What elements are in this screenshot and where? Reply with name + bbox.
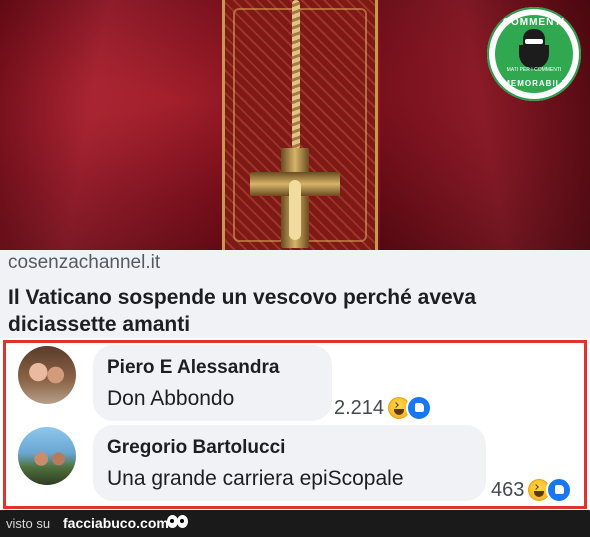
footer-visto-su: visto su [6, 516, 51, 531]
avatar[interactable] [18, 346, 76, 404]
reaction-summary[interactable]: 463 [491, 477, 573, 503]
reaction-count: 2.214 [334, 396, 385, 419]
reaction-count: 463 [491, 478, 525, 501]
comment-bubble[interactable]: Gregorio Bartolucci Una grande carriera … [93, 425, 486, 501]
like-reaction-icon [406, 395, 433, 421]
link-domain: cosenzachannel.it [8, 252, 161, 273]
avatar[interactable] [18, 427, 76, 485]
post-photo[interactable]: COMMENTI MATI PER I COMMENTI MEMORABILI [0, 0, 590, 250]
link-preview[interactable]: cosenzachannel.it Il Vaticano sospende u… [0, 250, 590, 338]
watermark-footer: visto su facciabuco.com [0, 510, 590, 537]
comment-author[interactable]: Gregorio Bartolucci [107, 437, 285, 459]
comment-bubble[interactable]: Piero E Alessandra Don Abbondo [93, 345, 332, 421]
link-headline: Il Vaticano sospende un vescovo perché a… [8, 286, 477, 336]
eyes-icon [166, 514, 188, 530]
reaction-summary[interactable]: 2.214 [334, 395, 433, 421]
comment-author[interactable]: Piero E Alessandra [107, 357, 279, 379]
commenti-memorabili-logo: COMMENTI MATI PER I COMMENTI MEMORABILI [487, 7, 581, 101]
logo-small-text: MATI PER I COMMENTI [506, 67, 562, 73]
logo-bottom-text: MEMORABILI [503, 79, 565, 88]
footer-site[interactable]: facciabuco.com [63, 515, 169, 531]
comment-text: Don Abbondo [107, 387, 235, 410]
comment-text: Una grande carriera epiScopale [107, 467, 404, 490]
like-reaction-icon [546, 477, 573, 503]
cord [292, 0, 300, 150]
logo-top-text: COMMENTI [502, 17, 566, 28]
comments-section: Piero E Alessandra Don Abbondo 2.214 Gre… [3, 340, 587, 509]
